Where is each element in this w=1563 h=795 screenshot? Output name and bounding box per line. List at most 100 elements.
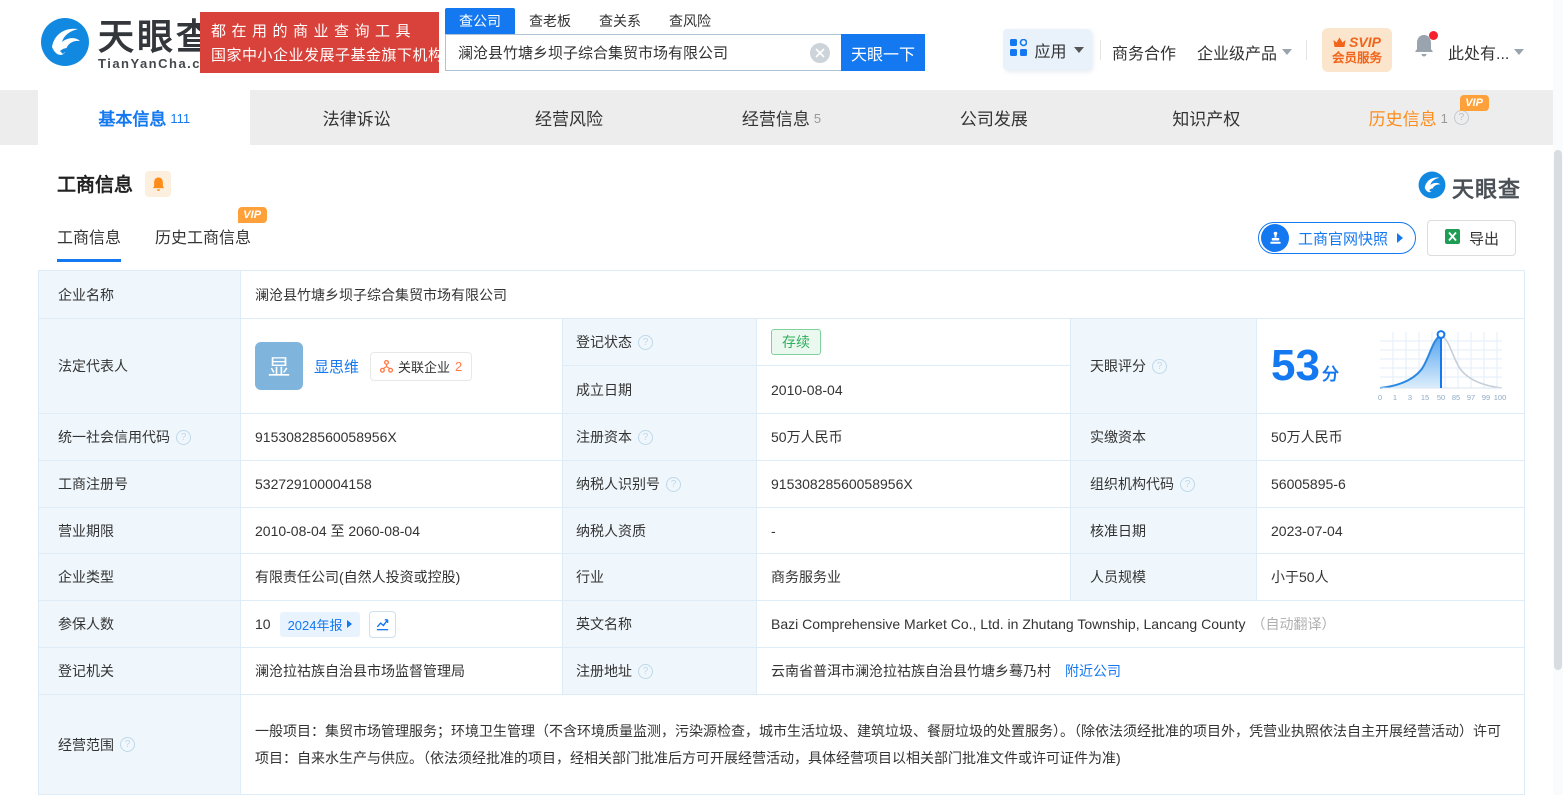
search-tab-relation[interactable]: 查关系 — [585, 8, 655, 34]
field-label-business-term: 营业期限 — [39, 508, 241, 554]
help-icon[interactable]: ? — [176, 430, 191, 445]
svg-text:99: 99 — [1482, 393, 1490, 402]
field-value-approval-date: 2023-07-04 — [1257, 508, 1525, 554]
tab-legal-litigation[interactable]: 法律诉讼 — [250, 90, 462, 145]
menu-enterprise-products[interactable]: 企业级产品 — [1197, 40, 1292, 64]
tianyancha-logo[interactable]: 天眼查 TianYanCha.com — [40, 17, 224, 72]
field-value-taxpayer-id: 91530828560058956X — [757, 461, 1071, 508]
arrow-right-icon — [347, 620, 352, 628]
tab-operation-risk[interactable]: 经营风险 — [463, 90, 675, 145]
field-value-registration-status: 存续 — [757, 319, 1071, 366]
export-button[interactable]: 导出 — [1427, 220, 1516, 256]
field-label-legal-representative: 法定代表人 — [39, 319, 241, 414]
field-label-tianyan-score: 天眼评分 ? — [1071, 319, 1257, 414]
search-tab-boss[interactable]: 查老板 — [515, 8, 585, 34]
field-value-company-name: 澜沧县竹塘乡坝子综合集贸市场有限公司 — [241, 271, 1525, 319]
field-label-company-type: 企业类型 — [39, 554, 241, 601]
legal-rep-name-link[interactable]: 显思维 — [314, 356, 359, 377]
field-value-registered-address: 云南省普洱市澜沧拉祜族自治县竹塘乡蓦乃村 附近公司 — [757, 648, 1525, 695]
insured-trend-button[interactable] — [369, 611, 396, 638]
org-chart-icon — [380, 360, 393, 373]
help-icon[interactable]: ? — [666, 477, 681, 492]
divider — [1100, 40, 1101, 60]
help-icon[interactable]: ? — [638, 664, 653, 679]
field-label-registered-capital: 注册资本 ? — [563, 414, 757, 461]
subtab-business-registration[interactable]: 工商信息 — [57, 224, 121, 262]
field-value-insured-count: 10 2024年报 — [241, 601, 563, 648]
field-label-industry: 行业 — [563, 554, 757, 601]
official-snapshot-button[interactable]: 工商官网快照 — [1258, 222, 1416, 254]
excel-icon — [1444, 228, 1461, 249]
tab-business-info[interactable]: 经营信息 5 — [675, 90, 887, 145]
score-number: 53 — [1271, 341, 1320, 390]
help-icon[interactable]: ? — [1454, 110, 1469, 125]
subtab-history-registration[interactable]: VIP 历史工商信息 — [155, 224, 251, 262]
menu-more[interactable]: 此处有... — [1448, 40, 1524, 64]
field-label-registration-authority: 登记机关 — [39, 648, 241, 695]
help-icon[interactable]: ? — [1180, 477, 1195, 492]
svg-text:3: 3 — [1408, 393, 1412, 402]
field-label-taxpayer-quality: 纳税人资质 — [563, 508, 757, 554]
apps-menu[interactable]: 应用 — [1003, 29, 1091, 70]
legal-rep-avatar[interactable]: 显 — [255, 342, 303, 390]
search-input[interactable] — [445, 34, 841, 71]
scrollbar-track[interactable] — [1553, 0, 1563, 795]
search-tabs: 查公司 查老板 查关系 查风险 — [445, 8, 925, 34]
svip-label: SVIP — [1349, 35, 1381, 50]
field-label-registration-status: 登记状态 ? — [563, 319, 757, 366]
apps-menu-label: 应用 — [1034, 38, 1066, 62]
vip-badge: VIP — [238, 207, 267, 223]
score-distribution-chart: 0 1 3 15 50 85 97 99 100 — [1376, 326, 1506, 406]
annual-report-badge[interactable]: 2024年报 — [280, 612, 360, 637]
status-badge: 存续 — [771, 329, 821, 355]
help-icon[interactable]: ? — [638, 335, 653, 350]
field-value-business-term: 2010-08-04 至 2060-08-04 — [241, 508, 563, 554]
tab-intellectual-property[interactable]: 知识产权 — [1100, 90, 1312, 145]
field-value-staff-scale: 小于50人 — [1257, 554, 1525, 601]
help-icon[interactable]: ? — [1152, 359, 1167, 374]
divider — [1306, 40, 1307, 60]
svip-membership-badge[interactable]: SVIP 会员服务 — [1322, 28, 1392, 72]
tab-count: 111 — [170, 111, 190, 126]
clear-search-icon[interactable] — [810, 43, 830, 63]
svg-text:1: 1 — [1393, 393, 1397, 402]
field-value-registration-authority: 澜沧拉祜族自治县市场监督管理局 — [241, 648, 563, 695]
tab-history-info[interactable]: VIP 历史信息 1 ? — [1313, 90, 1525, 145]
field-value-industry: 商务服务业 — [757, 554, 1071, 601]
monitor-bell-icon[interactable] — [145, 171, 171, 197]
notification-bell-icon[interactable] — [1412, 33, 1438, 59]
help-icon[interactable]: ? — [638, 430, 653, 445]
field-label-approval-date: 核准日期 — [1071, 508, 1257, 554]
chevron-down-icon — [1282, 49, 1292, 55]
notification-dot — [1429, 31, 1438, 40]
field-value-establish-date: 2010-08-04 — [757, 366, 1071, 414]
field-label-org-code: 组织机构代码 ? — [1071, 461, 1257, 508]
search-button[interactable]: 天眼一下 — [841, 34, 925, 71]
field-value-business-scope: 一般项目：集贸市场管理服务；环境卫生管理（不含环境质量监测，污染源检查，城市生活… — [241, 695, 1525, 795]
tab-count: 5 — [814, 111, 821, 126]
tab-company-development[interactable]: 公司发展 — [888, 90, 1100, 145]
field-value-company-type: 有限责任公司(自然人投资或控股) — [241, 554, 563, 601]
svg-text:15: 15 — [1421, 393, 1429, 402]
field-label-business-scope: 经营范围 ? — [39, 695, 241, 795]
nearby-companies-link[interactable]: 附近公司 — [1065, 661, 1121, 681]
menu-business-cooperation[interactable]: 商务合作 — [1112, 40, 1176, 64]
search-tab-risk[interactable]: 查风险 — [655, 8, 725, 34]
watermark-text: 天眼查 — [1452, 172, 1521, 204]
tianyancha-company-page: 天眼查 TianYanCha.com 都在用的商业查询工具 国家中小企业发展子基… — [0, 0, 1563, 795]
tab-basic-info[interactable]: 基本信息 111 — [38, 90, 250, 145]
chevron-down-icon — [1074, 47, 1084, 53]
subtabs: 工商信息 VIP 历史工商信息 — [57, 224, 251, 262]
company-nav-bar: 基本信息 111 法律诉讼 经营风险 经营信息 5 公司发展 知识产权 VIP … — [0, 90, 1563, 145]
search-tab-company[interactable]: 查公司 — [445, 8, 515, 34]
svg-text:100: 100 — [1494, 393, 1506, 402]
field-value-credit-code: 91530828560058956X — [241, 414, 563, 461]
auto-translate-note: （自动翻译） — [1251, 614, 1335, 634]
related-companies-badge[interactable]: 关联企业 2 — [370, 352, 472, 381]
help-icon[interactable]: ? — [120, 737, 135, 752]
svg-text:85: 85 — [1452, 393, 1460, 402]
field-label-registered-address: 注册地址 ? — [563, 648, 757, 695]
scrollbar-thumb[interactable] — [1554, 150, 1562, 670]
field-value-legal-representative: 显 显思维 关联企业 2 — [241, 319, 563, 414]
tianyancha-watermark: 天眼查 — [1418, 171, 1521, 204]
